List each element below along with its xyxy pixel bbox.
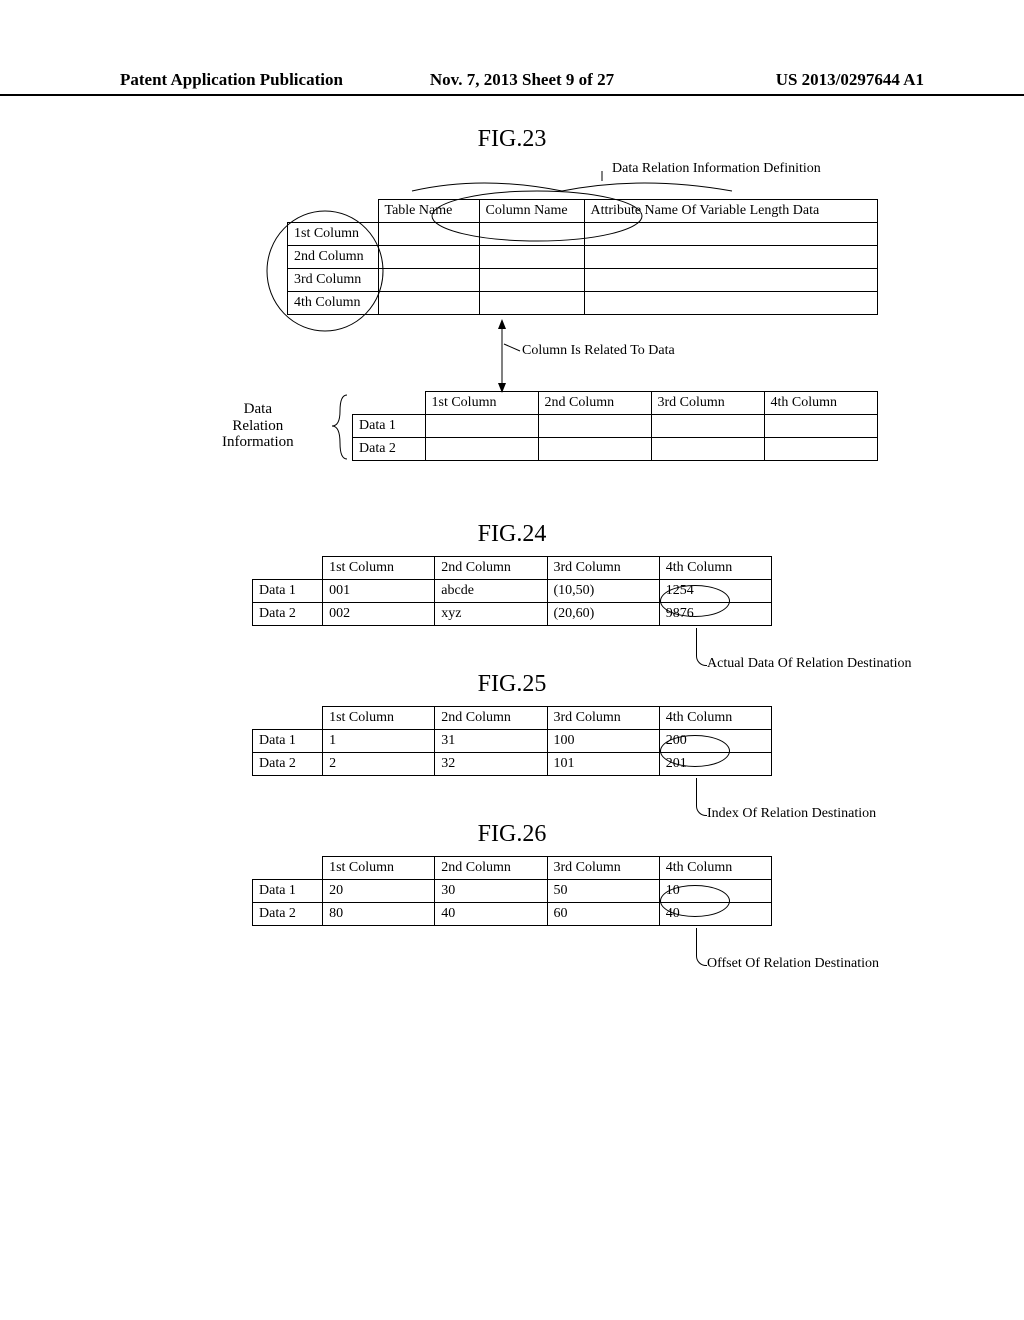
- rh: Data 2: [253, 903, 323, 926]
- row-hdr: 1st Column: [288, 223, 379, 246]
- row-hdr: 2nd Column: [288, 246, 379, 269]
- c: 60: [547, 903, 659, 926]
- callout-curve-icon: [696, 951, 707, 966]
- highlight-oval-icon: [660, 585, 730, 617]
- side-l3: Information: [222, 434, 294, 451]
- bh: 1st Column: [425, 392, 538, 415]
- callout-line-icon: [696, 928, 698, 953]
- header-left: Patent Application Publication: [120, 70, 388, 90]
- side-l1: Data: [222, 401, 294, 418]
- row-hdr: 4th Column: [288, 292, 379, 315]
- bh: 3rd Column: [651, 392, 764, 415]
- c: 1: [323, 730, 435, 753]
- callout-curve-icon: [696, 651, 707, 666]
- h: 1st Column: [323, 557, 435, 580]
- row-hdr: 3rd Column: [288, 269, 379, 292]
- fig24-wrap: 1st Column 2nd Column 3rd Column 4th Col…: [252, 556, 772, 626]
- fig25-label: FIG.25: [0, 671, 1024, 698]
- page-header: Patent Application Publication Nov. 7, 2…: [0, 0, 1024, 96]
- rh: Data 2: [253, 603, 323, 626]
- fig23-label: FIG.23: [0, 126, 1024, 153]
- rh: Data 1: [253, 880, 323, 903]
- h: 4th Column: [659, 707, 771, 730]
- fig23-diagram: Data Relation Information Definition Tab…: [122, 161, 902, 491]
- rh: Data 1: [253, 730, 323, 753]
- highlight-oval-icon: [660, 885, 730, 917]
- h: 2nd Column: [435, 557, 547, 580]
- fig24-callout: Actual Data Of Relation Destination: [707, 656, 912, 672]
- c: 2: [323, 753, 435, 776]
- h: 4th Column: [659, 557, 771, 580]
- c: 80: [323, 903, 435, 926]
- fig23-side-label: Data Relation Information: [222, 401, 294, 451]
- fig23-def-label: Data Relation Information Definition: [612, 161, 821, 177]
- h: 3rd Column: [547, 857, 659, 880]
- fig23-relation-table: 1st Column 2nd Column 3rd Column 4th Col…: [352, 391, 878, 461]
- side-l2: Relation: [222, 418, 294, 435]
- fig26-callout: Offset Of Relation Destination: [707, 956, 879, 972]
- th-attr-name: Attribute Name Of Variable Length Data: [584, 200, 877, 223]
- header-center: Nov. 7, 2013 Sheet 9 of 27: [388, 70, 656, 90]
- fig26-wrap: 1st Column 2nd Column 3rd Column 4th Col…: [252, 856, 772, 926]
- fig23-definition-table: Table Name Column Name Attribute Name Of…: [287, 199, 878, 315]
- c: 001: [323, 580, 435, 603]
- callout-line-icon: [696, 778, 698, 803]
- th-table-name: Table Name: [378, 200, 479, 223]
- fig25-wrap: 1st Column 2nd Column 3rd Column 4th Col…: [252, 706, 772, 776]
- fig26-label: FIG.26: [0, 821, 1024, 848]
- h: 3rd Column: [547, 557, 659, 580]
- highlight-oval-icon: [660, 735, 730, 767]
- h: 2nd Column: [435, 857, 547, 880]
- c: 40: [435, 903, 547, 926]
- c: 31: [435, 730, 547, 753]
- h: 1st Column: [323, 707, 435, 730]
- c: 002: [323, 603, 435, 626]
- c: 50: [547, 880, 659, 903]
- rh: Data 1: [353, 415, 426, 438]
- th-column-name: Column Name: [479, 200, 584, 223]
- header-right: US 2013/0297644 A1: [656, 70, 924, 90]
- c: abcde: [435, 580, 547, 603]
- callout-curve-icon: [696, 801, 707, 816]
- c: 20: [323, 880, 435, 903]
- rh: Data 1: [253, 580, 323, 603]
- h: 2nd Column: [435, 707, 547, 730]
- h: 1st Column: [323, 857, 435, 880]
- bh: 4th Column: [764, 392, 877, 415]
- rh: Data 2: [253, 753, 323, 776]
- h: 4th Column: [659, 857, 771, 880]
- c: 30: [435, 880, 547, 903]
- fig24-label: FIG.24: [0, 521, 1024, 548]
- c: 101: [547, 753, 659, 776]
- callout-line-icon: [696, 628, 698, 653]
- bh: 2nd Column: [538, 392, 651, 415]
- c: 100: [547, 730, 659, 753]
- fig23-relation-msg: Column Is Related To Data: [522, 343, 675, 359]
- c: (20,60): [547, 603, 659, 626]
- fig25-callout: Index Of Relation Destination: [707, 806, 876, 822]
- c: xyz: [435, 603, 547, 626]
- c: (10,50): [547, 580, 659, 603]
- h: 3rd Column: [547, 707, 659, 730]
- rh: Data 2: [353, 438, 426, 461]
- c: 32: [435, 753, 547, 776]
